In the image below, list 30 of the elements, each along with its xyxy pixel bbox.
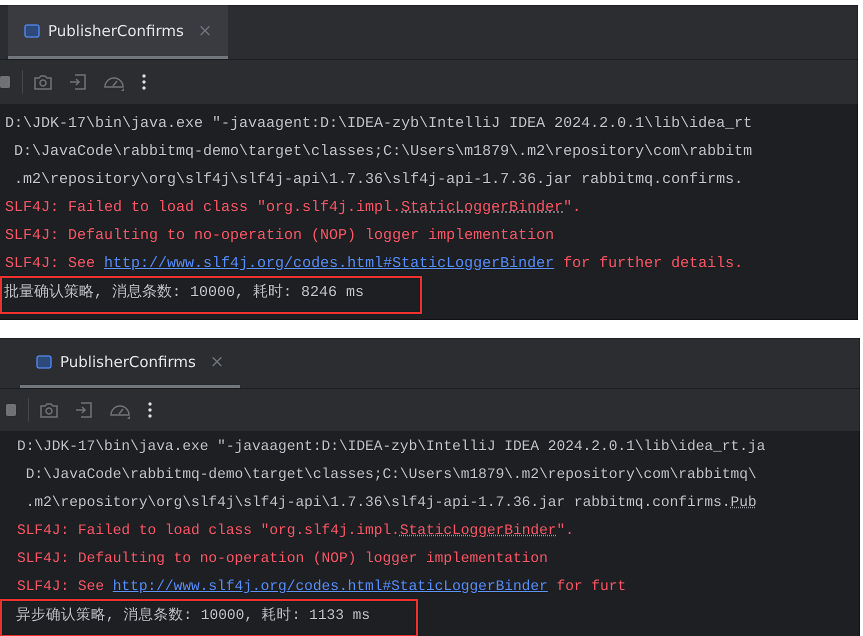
run-tab[interactable]: PublisherConfirms × — [8, 5, 228, 59]
console-line: 异步确认策略, 消息条数: 10000, 耗时: 1133 ms — [2, 601, 416, 635]
error-line: SLF4J: See http://www.slf4j.org/codes.html#StaticLoggerBinder for furt — [17, 578, 628, 597]
stop-icon[interactable] — [6, 402, 18, 418]
window-icon — [36, 354, 52, 368]
camera-icon[interactable] — [39, 401, 59, 419]
console-line: D:\JDK-17\bin\java.exe "-javaagent:D:\IDEA-zyb\IntelliJ IDEA 2024.2.0.1\lib\idea_rt — [5, 114, 754, 134]
window-icon — [24, 24, 40, 38]
error-line: SLF4J: Failed to load class "org.slf4j.impl.StaticLoggerBinder". — [5, 198, 582, 218]
console-line: D:\JavaCode\rabbitmq-demo\target\classes;C:\Users\m1879\.m2\repository\com\rabbitmq\ — [24, 466, 758, 485]
stop-icon[interactable] — [0, 74, 12, 90]
tab-label: PublisherConfirms — [60, 352, 196, 370]
error-line: SLF4J: Defaulting to no-operation (NOP) logger implementation — [5, 226, 556, 246]
console-line: .m2\repository\org\slf4j\slf4j-api\1.7.36\slf4j-api-1.7.36.jar rabbitmq.confirms. — [13, 170, 744, 190]
console-line: .m2\repository\org\slf4j\slf4j-api\1.7.36\slf4j-api-1.7.36.jar rabbitmq.confirms.Pub — [24, 494, 758, 513]
console-line: D:\JavaCode\rabbitmq-demo\target\classes;C:\Users\m1879\.m2\repository\com\rabbitm — [13, 142, 754, 162]
import-icon[interactable] — [69, 73, 87, 91]
link[interactable]: http://www.slf4j.org/codes.html#StaticLoggerBinder — [112, 579, 548, 595]
error-line: SLF4J: See http://www.slf4j.org/codes.html#StaticLoggerBinder for further details. — [5, 254, 744, 274]
close-icon[interactable]: × — [210, 352, 224, 372]
link[interactable]: http://www.slf4j.org/codes.html#StaticLoggerBinder — [104, 255, 554, 272]
more-icon[interactable] — [147, 401, 153, 419]
error-line: SLF4J: Defaulting to no-operation (NOP) logger implementation — [17, 550, 549, 569]
tab-label: PublisherConfirms — [48, 22, 184, 40]
more-icon[interactable] — [141, 73, 147, 91]
camera-icon[interactable] — [33, 73, 53, 91]
console-line: D:\JDK-17\bin\java.exe "-javaagent:D:\IDEA-zyb\IntelliJ IDEA 2024.2.0.1\lib\idea_rt.ja — [17, 438, 766, 457]
console-line: 批量确认策略, 消息条数: 10000, 耗时: 8246 ms — [2, 278, 420, 312]
error-line: SLF4J: Failed to load class "org.slf4j.impl.StaticLoggerBinder". — [17, 522, 575, 541]
import-icon[interactable] — [75, 401, 93, 419]
